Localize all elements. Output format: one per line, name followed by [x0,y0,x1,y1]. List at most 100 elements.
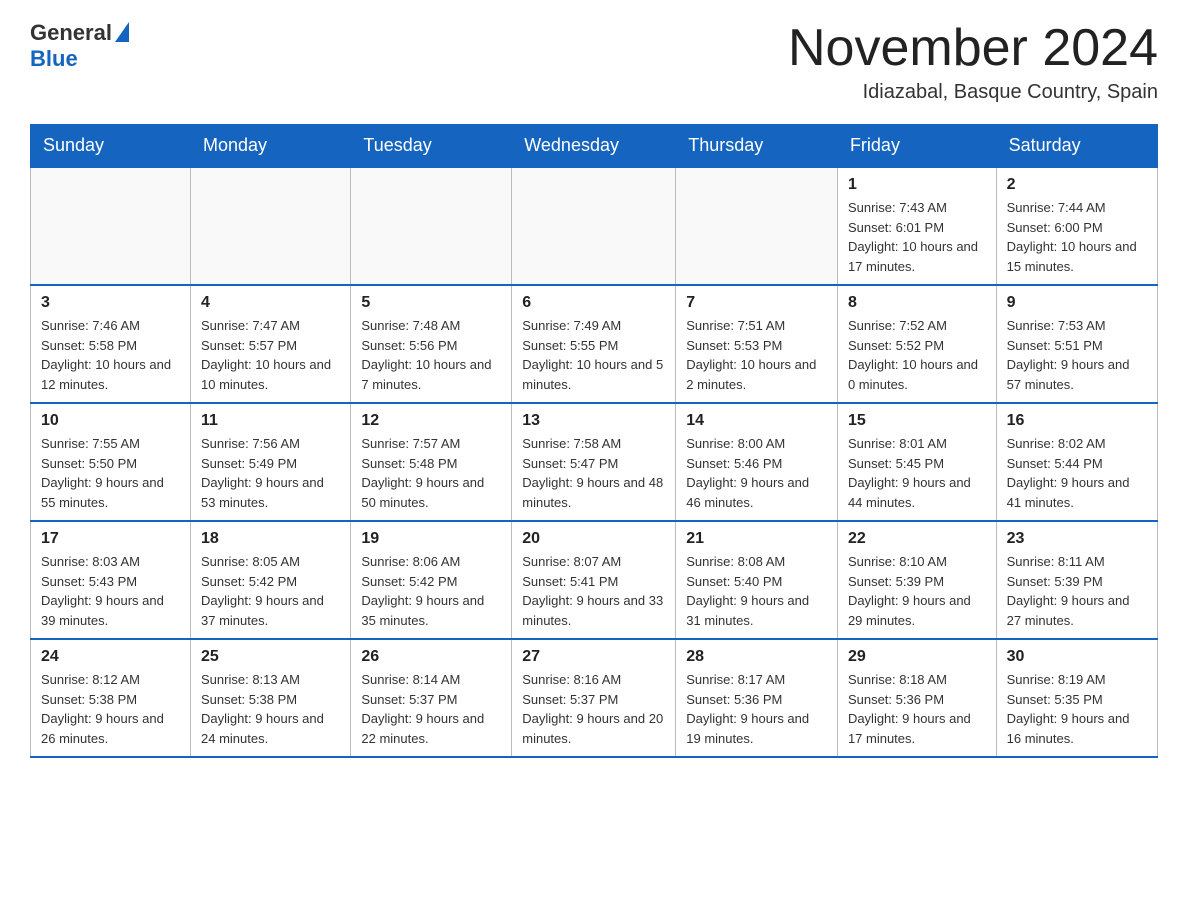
day-number: 9 [1007,294,1147,312]
calendar-cell: 27 Sunrise: 8:16 AMSunset: 5:37 PMDayligh… [512,639,676,757]
day-number: 14 [686,412,827,430]
calendar-week-row: 24 Sunrise: 8:12 AMSunset: 5:38 PMDayligh… [31,639,1158,757]
calendar-cell: 12 Sunrise: 7:57 AMSunset: 5:48 PMDayligh… [351,403,512,521]
day-info: Sunrise: 8:01 AMSunset: 5:45 PMDaylight:… [848,434,986,512]
day-info: Sunrise: 8:10 AMSunset: 5:39 PMDaylight:… [848,552,986,630]
day-number: 1 [848,176,986,194]
calendar-header-tuesday: Tuesday [351,125,512,168]
calendar-cell [512,167,676,285]
day-info: Sunrise: 8:08 AMSunset: 5:40 PMDaylight:… [686,552,827,630]
calendar-cell: 25Sunrise: 8:13 AMSunset: 5:38 PMDayligh… [191,639,351,757]
day-number: 30 [1007,648,1147,666]
day-number: 11 [201,412,340,430]
calendar-cell [676,167,838,285]
calendar-header-sunday: Sunday [31,125,191,168]
title-area: November 2024 Idiazabal, Basque Country,… [788,20,1158,104]
day-info: Sunrise: 8:18 AMSunset: 5:36 PMDaylight:… [848,670,986,748]
calendar-header-row: SundayMondayTuesdayWednesdayThursdayFrid… [31,125,1158,168]
calendar-cell: 20Sunrise: 8:07 AMSunset: 5:41 PMDayligh… [512,521,676,639]
day-info: Sunrise: 7:55 AMSunset: 5:50 PMDaylight:… [41,434,180,512]
calendar-cell: 1 Sunrise: 7:43 AMSunset: 6:01 PMDaylight… [837,167,996,285]
calendar-cell: 16 Sunrise: 8:02 AMSunset: 5:44 PMDayligh… [996,403,1157,521]
day-number: 6 [522,294,665,312]
day-number: 10 [41,412,180,430]
calendar-cell: 29Sunrise: 8:18 AMSunset: 5:36 PMDayligh… [837,639,996,757]
calendar-cell: 7Sunrise: 7:51 AMSunset: 5:53 PMDaylight… [676,285,838,403]
calendar-table: SundayMondayTuesdayWednesdayThursdayFrid… [30,124,1158,758]
day-number: 21 [686,530,827,548]
day-number: 26 [361,648,501,666]
day-number: 17 [41,530,180,548]
day-info: Sunrise: 7:46 AMSunset: 5:58 PMDaylight:… [41,316,180,394]
logo-triangle-icon [115,22,129,42]
day-number: 13 [522,412,665,430]
calendar-week-row: 1 Sunrise: 7:43 AMSunset: 6:01 PMDaylight… [31,167,1158,285]
calendar-cell [351,167,512,285]
day-number: 24 [41,648,180,666]
day-info: Sunrise: 7:43 AMSunset: 6:01 PMDaylight:… [848,198,986,276]
calendar-cell: 4Sunrise: 7:47 AMSunset: 5:57 PMDaylight… [191,285,351,403]
calendar-cell [31,167,191,285]
day-number: 22 [848,530,986,548]
calendar-cell: 3 Sunrise: 7:46 AMSunset: 5:58 PMDaylight… [31,285,191,403]
calendar-week-row: 10 Sunrise: 7:55 AMSunset: 5:50 PMDayligh… [31,403,1158,521]
calendar-cell: 11Sunrise: 7:56 AMSunset: 5:49 PMDayligh… [191,403,351,521]
day-number: 16 [1007,412,1147,430]
calendar-header-saturday: Saturday [996,125,1157,168]
logo-general-text: General [30,20,112,46]
day-info: Sunrise: 8:19 AMSunset: 5:35 PMDaylight:… [1007,670,1147,748]
day-number: 7 [686,294,827,312]
calendar-cell: 9 Sunrise: 7:53 AMSunset: 5:51 PMDaylight… [996,285,1157,403]
day-info: Sunrise: 7:57 AMSunset: 5:48 PMDaylight:… [361,434,501,512]
calendar-header-friday: Friday [837,125,996,168]
day-info: Sunrise: 7:49 AMSunset: 5:55 PMDaylight:… [522,316,665,394]
calendar-header-wednesday: Wednesday [512,125,676,168]
calendar-week-row: 3 Sunrise: 7:46 AMSunset: 5:58 PMDaylight… [31,285,1158,403]
day-info: Sunrise: 7:48 AMSunset: 5:56 PMDaylight:… [361,316,501,394]
day-info: Sunrise: 8:03 AMSunset: 5:43 PMDaylight:… [41,552,180,630]
day-number: 23 [1007,530,1147,548]
day-number: 18 [201,530,340,548]
day-info: Sunrise: 8:14 AMSunset: 5:37 PMDaylight:… [361,670,501,748]
day-info: Sunrise: 8:17 AMSunset: 5:36 PMDaylight:… [686,670,827,748]
day-number: 2 [1007,176,1147,194]
day-info: Sunrise: 8:00 AMSunset: 5:46 PMDaylight:… [686,434,827,512]
logo: General Blue [30,20,129,72]
day-number: 3 [41,294,180,312]
day-number: 15 [848,412,986,430]
header: General Blue November 2024 Idiazabal, Ba… [30,20,1158,104]
calendar-cell: 18 Sunrise: 8:05 AMSunset: 5:42 PMDayligh… [191,521,351,639]
calendar-cell: 19 Sunrise: 8:06 AMSunset: 5:42 PMDayligh… [351,521,512,639]
day-number: 8 [848,294,986,312]
day-number: 5 [361,294,501,312]
calendar-cell: 24 Sunrise: 8:12 AMSunset: 5:38 PMDayligh… [31,639,191,757]
day-number: 4 [201,294,340,312]
day-number: 19 [361,530,501,548]
day-info: Sunrise: 8:12 AMSunset: 5:38 PMDaylight:… [41,670,180,748]
calendar-cell: 2 Sunrise: 7:44 AMSunset: 6:00 PMDaylight… [996,167,1157,285]
calendar-cell: 22 Sunrise: 8:10 AMSunset: 5:39 PMDayligh… [837,521,996,639]
calendar-cell: 21 Sunrise: 8:08 AMSunset: 5:40 PMDayligh… [676,521,838,639]
day-info: Sunrise: 8:02 AMSunset: 5:44 PMDaylight:… [1007,434,1147,512]
day-info: Sunrise: 7:52 AMSunset: 5:52 PMDaylight:… [848,316,986,394]
calendar-cell: 14 Sunrise: 8:00 AMSunset: 5:46 PMDayligh… [676,403,838,521]
calendar-cell: 10 Sunrise: 7:55 AMSunset: 5:50 PMDayligh… [31,403,191,521]
day-number: 27 [522,648,665,666]
subtitle: Idiazabal, Basque Country, Spain [788,81,1158,104]
calendar-cell: 15 Sunrise: 8:01 AMSunset: 5:45 PMDayligh… [837,403,996,521]
day-info: Sunrise: 8:13 AMSunset: 5:38 PMDaylight:… [201,670,340,748]
calendar-week-row: 17 Sunrise: 8:03 AMSunset: 5:43 PMDayligh… [31,521,1158,639]
calendar-cell [191,167,351,285]
calendar-cell: 8 Sunrise: 7:52 AMSunset: 5:52 PMDaylight… [837,285,996,403]
day-info: Sunrise: 8:06 AMSunset: 5:42 PMDaylight:… [361,552,501,630]
calendar-header-thursday: Thursday [676,125,838,168]
day-number: 12 [361,412,501,430]
day-info: Sunrise: 7:44 AMSunset: 6:00 PMDaylight:… [1007,198,1147,276]
day-info: Sunrise: 8:16 AMSunset: 5:37 PMDaylight:… [522,670,665,748]
day-info: Sunrise: 7:58 AMSunset: 5:47 PMDaylight:… [522,434,665,512]
logo-blue-text: Blue [30,46,78,72]
calendar-cell: 13 Sunrise: 7:58 AMSunset: 5:47 PMDayligh… [512,403,676,521]
day-info: Sunrise: 7:53 AMSunset: 5:51 PMDaylight:… [1007,316,1147,394]
day-info: Sunrise: 8:05 AMSunset: 5:42 PMDaylight:… [201,552,340,630]
calendar-cell: 6 Sunrise: 7:49 AMSunset: 5:55 PMDaylight… [512,285,676,403]
